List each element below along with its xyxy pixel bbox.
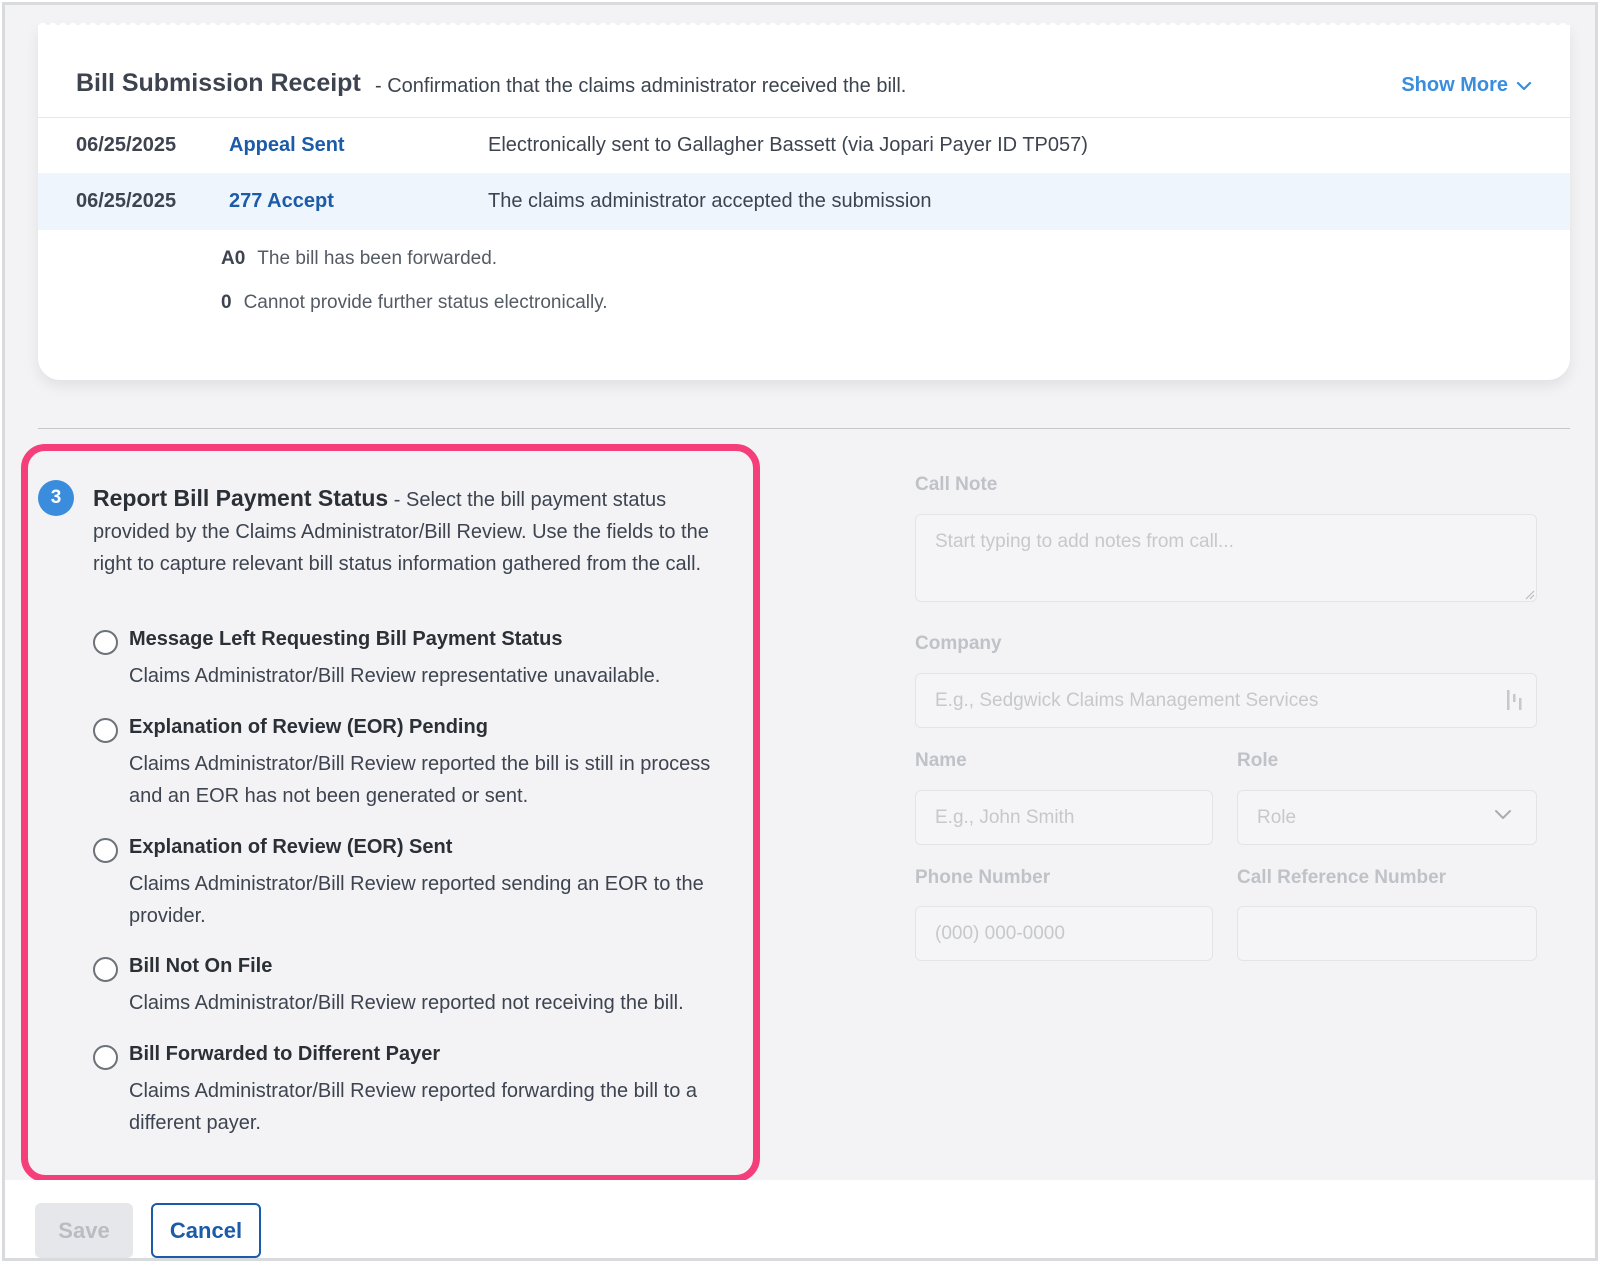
status-code-line: A0 The bill has been forwarded. [221,248,497,270]
role-select-value: Role [1257,806,1297,828]
radio-button[interactable] [93,1045,118,1070]
option-description: Claims Administrator/Bill Review reporte… [129,992,684,1014]
name-input[interactable] [915,790,1213,845]
status-code-line: 0 Cannot provide further status electroni… [221,292,608,314]
receipt-subtitle: - Confirmation that the claims administr… [375,75,907,97]
resize-grip-icon[interactable] [1525,590,1535,600]
option-title: Bill Forwarded to Different Payer [129,1043,441,1065]
option-description: Claims Administrator/Bill Review reporte… [129,753,711,807]
receipt-row: 06/25/2025 Appeal Sent Electronically se… [38,117,1570,174]
status-code-text: Cannot provide further status electronic… [243,292,608,313]
cancel-button[interactable]: Cancel [151,1203,261,1258]
section-divider [38,428,1570,429]
call-note-label: Call Note [915,474,998,495]
receipt-row: 06/25/2025 277 Accept The claims adminis… [38,173,1570,230]
call-reference-input[interactable] [1237,906,1537,961]
section-intro: Report Bill Payment Status - Select the … [93,482,743,580]
option-description: Claims Administrator/Bill Review reporte… [129,873,704,927]
status-code: 0 [221,292,232,313]
radio-button[interactable] [93,957,118,982]
bill-submission-receipt-card: Bill Submission Receipt - Confirmation t… [38,19,1570,380]
option-description: Claims Administrator/Bill Review reporte… [129,1080,698,1134]
step-number-badge: 3 [38,480,74,516]
option-title: Message Left Requesting Bill Payment Sta… [129,628,563,650]
call-note-textarea[interactable] [915,514,1537,602]
section-title: Report Bill Payment Status [93,485,389,511]
row-description: The claims administrator accepted the su… [488,190,932,212]
row-event: Appeal Sent [229,134,345,156]
option-title: Explanation of Review (EOR) Sent [129,836,453,858]
footer-bar: Save Cancel [5,1180,1595,1258]
row-description: Electronically sent to Gallagher Bassett… [488,134,1088,156]
role-label: Role [1237,750,1279,771]
row-date: 06/25/2025 [76,134,177,156]
role-select[interactable]: Role [1237,790,1537,845]
show-more-button[interactable]: Show More [1401,74,1532,97]
status-code-text: The bill has been forwarded. [257,248,498,269]
company-label: Company [915,633,1002,654]
show-more-label: Show More [1401,74,1508,96]
phone-number-input[interactable] [915,906,1213,961]
option-title: Explanation of Review (EOR) Pending [129,716,488,738]
chevron-down-icon [1516,81,1532,90]
name-label: Name [915,750,967,771]
receipt-title: Bill Submission Receipt [76,69,361,97]
option-title: Bill Not On File [129,955,273,977]
phone-number-label: Phone Number [915,867,1051,888]
save-button[interactable]: Save [35,1203,133,1258]
call-reference-label: Call Reference Number [1237,867,1447,888]
chevron-down-icon [1495,810,1511,819]
company-input[interactable] [915,673,1537,728]
status-code: A0 [221,248,246,269]
radio-button[interactable] [93,718,118,743]
company-field-wrapper [915,673,1537,728]
company-lookup-icon[interactable] [1505,687,1523,713]
radio-button[interactable] [93,630,118,655]
row-event: 277 Accept [229,190,334,212]
app-frame: Bill Submission Receipt - Confirmation t… [2,2,1598,1261]
option-description: Claims Administrator/Bill Review represe… [129,665,661,687]
radio-button[interactable] [93,838,118,863]
row-date: 06/25/2025 [76,190,177,212]
receipt-header: Bill Submission Receipt - Confirmation t… [38,25,1570,118]
